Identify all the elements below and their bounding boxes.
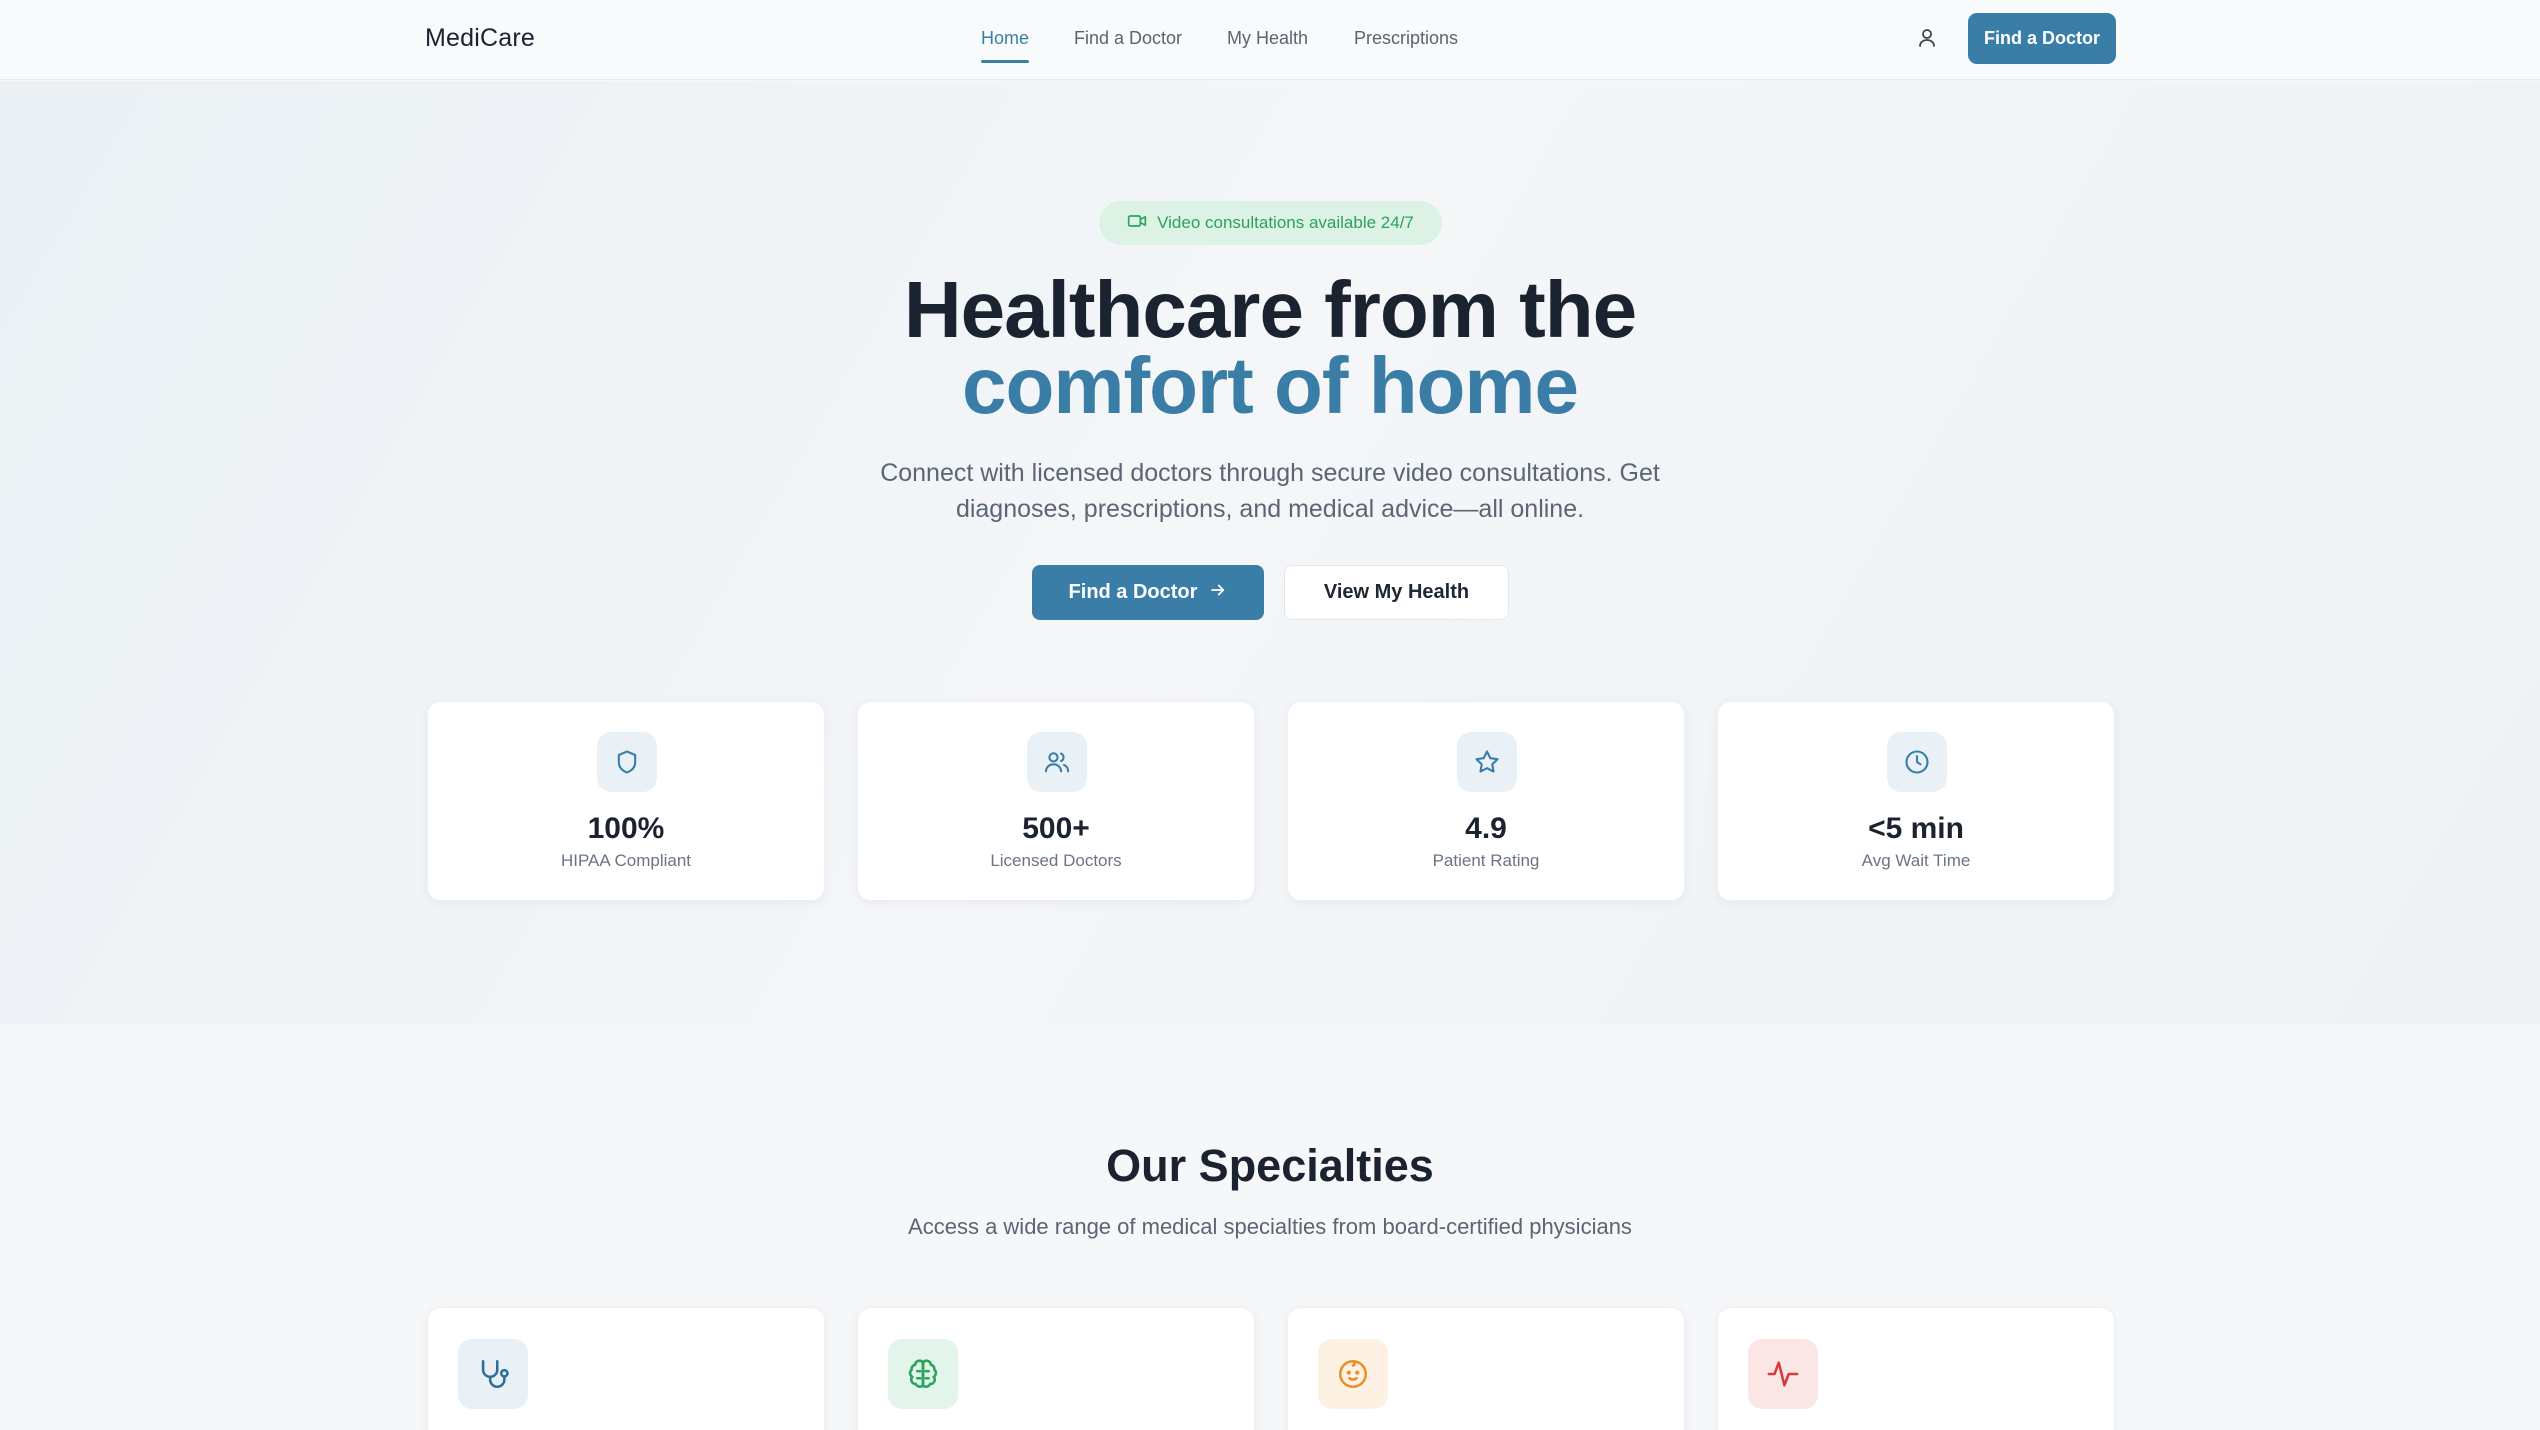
stat-card-doctors: 500+ Licensed Doctors [857,701,1255,901]
stat-card-rating: 4.9 Patient Rating [1287,701,1685,901]
stethoscope-icon [458,1339,528,1409]
view-my-health-button[interactable]: View My Health [1284,565,1509,620]
stat-value: 4.9 [1465,812,1507,845]
nav-home[interactable]: Home [981,28,1030,63]
user-icon[interactable] [1915,26,1939,50]
find-doctor-button-label: Find a Doctor [1068,581,1198,603]
specialties-subtitle: Access a wide range of medical specialti… [908,1214,1632,1239]
specialty-card[interactable] [1717,1307,2115,1430]
stat-card-hipaa: 100% HIPAA Compliant [427,701,825,901]
specialty-card[interactable] [427,1307,825,1430]
stat-value: 500+ [1022,812,1090,845]
site-header: MediCare Home Find a Doctor My Health Pr… [0,0,2540,80]
arrow-right-icon [1209,581,1227,605]
header-find-doctor-button[interactable]: Find a Doctor [1968,13,2116,64]
badge-text: Video consultations available 24/7 [1157,213,1414,232]
stat-label: HIPAA Compliant [560,851,692,870]
hero-title-line2: comfort of home [961,341,1579,430]
nav-prescriptions[interactable]: Prescriptions [1354,28,1458,49]
brand-logo[interactable]: MediCare [425,24,535,53]
specialty-card[interactable] [1287,1307,1685,1430]
clock-icon [1887,732,1947,792]
brain-icon [888,1339,958,1409]
shield-icon [597,732,657,792]
specialty-card[interactable] [857,1307,1255,1430]
stat-value: <5 min [1868,812,1964,845]
nav-find-a-doctor[interactable]: Find a Doctor [1074,28,1182,49]
stat-label: Patient Rating [1432,851,1540,870]
find-doctor-button[interactable]: Find a Doctor [1032,565,1264,620]
stat-label: Avg Wait Time [1861,851,1971,870]
stat-label: Licensed Doctors [990,851,1122,870]
specialties-title: Our Specialties [1106,1140,1434,1191]
nav-my-health[interactable]: My Health [1227,28,1308,49]
star-icon [1457,732,1517,792]
baby-icon [1318,1339,1388,1409]
stat-value: 100% [587,812,665,845]
hero-title: Healthcare from the comfort of home [0,270,2540,430]
heart-pulse-icon [1748,1339,1818,1409]
video-icon [1127,211,1147,236]
hero-subtitle: Connect with licensed doctors through se… [880,459,1660,523]
users-icon [1027,732,1087,792]
video-availability-badge: Video consultations available 24/7 [1099,201,1442,245]
stat-card-wait-time: <5 min Avg Wait Time [1717,701,2115,901]
